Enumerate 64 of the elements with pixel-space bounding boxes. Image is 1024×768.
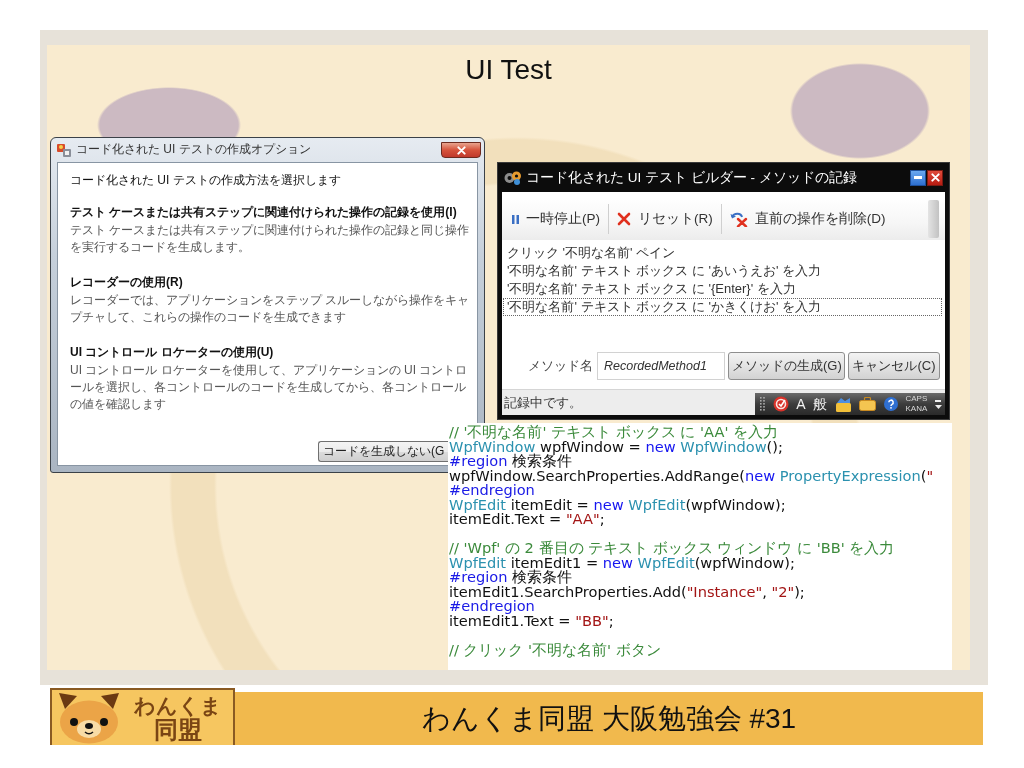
kana-indicator: KANA — [905, 404, 928, 414]
toolbar-button[interactable]: 直前の操作を削除(D) — [723, 204, 892, 234]
code-line: #endregion — [449, 483, 535, 498]
code-line: WpfEdit itemEdit1 = new WpfEdit(wpfWindow); — [449, 555, 796, 570]
close-icon — [930, 173, 940, 182]
window-title: コード化された UI テストの作成オプション — [76, 142, 311, 157]
step-item[interactable]: '不明な名前' テキスト ボックス に '{Enter}' を入力 — [503, 280, 942, 298]
check-circle-icon[interactable] — [772, 396, 789, 412]
step-item[interactable]: '不明な名前' テキスト ボックス に 'あいうえお' を入力 — [503, 262, 942, 280]
code-line: #region 検索条件 — [449, 454, 573, 469]
close-icon — [456, 145, 466, 155]
status-text: 記録中です。 — [503, 393, 582, 412]
option-description: UI コントロール ロケーターを使用して、アプリケーションの UI コントロールを選択し、各コントロールのコードを生成してから、各コントロールの値を確認します — [70, 362, 469, 413]
app-icon — [57, 143, 71, 157]
code-line: wpfWindow.SearchProperties.AddRange(new PropertyExpression(" — [449, 468, 935, 483]
footer-title: わんくま同盟 大阪勉強会 #31 — [420, 701, 798, 736]
toolbar-button[interactable]: 一時停止(P) — [506, 204, 606, 234]
code-line: WpfWindow wpfWindow = new WpfWindow(); — [449, 439, 784, 454]
dialog-button[interactable]: キャンセル(C) — [848, 352, 940, 380]
gears-icon — [504, 170, 522, 185]
logo-text: 同盟 — [153, 716, 202, 743]
option-description: レコーダーでは、アプリケーションをステップ スルーしながら操作をキャプチャして、これらの操作のコードを生成できます — [70, 292, 471, 326]
code-line: itemEdit.Text = "AA"; — [449, 512, 606, 527]
caret-icon[interactable] — [934, 404, 942, 409]
toolbar-button[interactable]: リセット(R) — [611, 204, 719, 234]
minimize-button[interactable] — [910, 169, 926, 186]
option-description: テスト ケースまたは共有ステップに関連付けられた操作の記録と同じ操作を実行するコードを生成します。 — [70, 222, 471, 256]
slide-title: UI Test — [465, 54, 552, 86]
scrollbar — [928, 200, 939, 238]
pause-icon — [512, 214, 519, 224]
minimize-icon — [914, 176, 922, 179]
code-line: itemEdit1.SearchProperties.Add("Instance", "2"); — [449, 584, 806, 599]
step-item[interactable]: '不明な名前' テキスト ボックス に 'かきくけお' を入力 — [503, 298, 942, 316]
step-item[interactable]: クリック '不明な名前' ペイン — [503, 244, 942, 262]
method-name-label: メソッド名 — [528, 357, 593, 375]
undo-cross-icon — [729, 211, 748, 227]
briefcase-icon[interactable] — [859, 397, 877, 411]
code-line: WpfEdit itemEdit = new WpfEdit(wpfWindow); — [449, 497, 787, 512]
dialog-heading: コード化された UI テストの作成方法を選択します — [70, 172, 342, 189]
dialog-button[interactable]: コードを生成しない(G — [318, 441, 448, 462]
code-line: itemEdit1.Text = "BB"; — [449, 613, 615, 628]
conversion-mode-indicator[interactable]: 般 — [813, 396, 828, 412]
caps-indicator: CAPS — [905, 394, 928, 404]
option-label[interactable]: UI コントロール ロケーターの使用(U) — [70, 344, 477, 360]
code-line: #endregion — [449, 599, 535, 614]
code-line: #region 検索条件 — [449, 570, 574, 585]
option-label[interactable]: テスト ケースまたは共有ステップに関連付けられた操作の記録を使用(I) — [70, 204, 477, 220]
minimize-icon — [934, 399, 941, 402]
code-line: // 'Wpf' の 2 番目の テキスト ボックス ウィンドウ に 'BB' を入力 — [449, 541, 896, 556]
help-icon[interactable] — [883, 397, 898, 411]
option-label[interactable]: レコーダーの使用(R) — [70, 274, 477, 290]
close-button[interactable] — [441, 142, 481, 158]
toolbox-icon[interactable] — [834, 396, 852, 412]
method-name-field[interactable]: RecordedMethod1 — [597, 352, 725, 380]
code-line: // '不明な名前' テキスト ボックス に 'AA' を入力 — [449, 425, 780, 440]
close-button[interactable] — [927, 169, 943, 186]
window-title: コード化された UI テスト ビルダー - メソッドの記録 — [526, 168, 857, 187]
dialog-button[interactable]: メソッドの生成(G) — [728, 352, 845, 380]
code-line: // クリック '不明な名前' ボタン — [449, 642, 662, 657]
bear-face-icon — [58, 692, 120, 744]
input-mode-indicator[interactable]: A — [796, 396, 806, 412]
grip-icon[interactable] — [760, 397, 765, 411]
cross-icon — [617, 212, 631, 226]
logo-text: わんくま — [133, 693, 222, 717]
